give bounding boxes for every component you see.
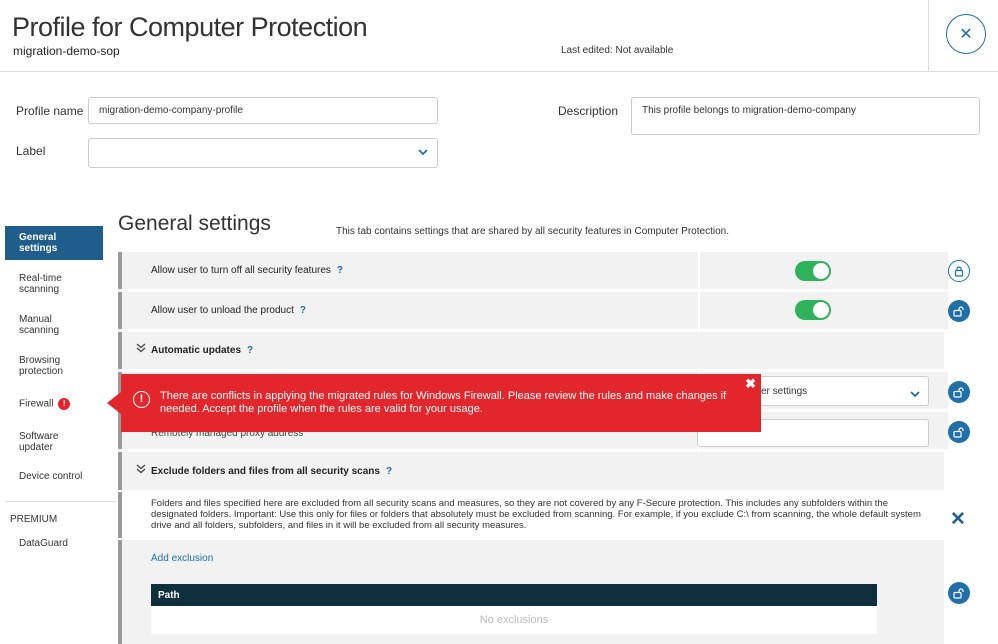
sidebar-item-manual-scanning[interactable]: Manual scanning [5,308,103,342]
exclude-description-text: Folders and files specified here are exc… [151,498,921,531]
sidebar-item-device-control[interactable]: Device control [5,465,103,488]
sidebar-divider [5,501,116,502]
profile-name-label: Profile name [16,104,84,118]
group-label-text: Exclude folders and files from all secur… [151,466,380,477]
group-automatic-updates[interactable]: Automatic updates? [118,332,944,369]
group-label: Exclude folders and files from all secur… [151,466,392,477]
group-label: Automatic updates? [151,345,253,356]
help-icon[interactable]: ? [386,466,392,477]
premium-heading: PREMIUM [10,514,58,525]
sidebar-item-real-time-scanning[interactable]: Real-time scanning [5,267,103,301]
help-icon[interactable]: ? [337,265,343,276]
profile-name-input[interactable]: migration-demo-company-profile [88,97,438,124]
setting-label-text: Allow user to unload the product [151,305,294,316]
close-button[interactable]: ✕ [946,14,986,54]
error-banner-text: There are conflicts in applying the migr… [160,390,727,415]
help-icon[interactable]: ? [247,345,253,356]
sidebar-item-firewall-label: Firewall [19,398,54,410]
setting-label: Allow user to unload the product? [151,305,306,316]
sidebar-item-browsing-protection[interactable]: Browsing protection [5,349,103,383]
description-label: Description [558,104,619,118]
section-description: This tab contains settings that are shar… [336,226,729,237]
proxy-select-value: er settings [761,386,808,397]
header-divider [928,0,929,72]
label-select[interactable] [88,138,438,168]
sidebar-item-firewall[interactable]: Firewall ! [5,392,103,416]
lock-icon[interactable] [948,582,970,604]
chevron-down-icon [418,145,428,159]
setting-label-text: Allow user to turn off all security feat… [151,265,331,276]
close-icon[interactable]: ✖ [745,377,756,390]
close-icon: ✕ [959,26,973,43]
double-chevron-down-icon [136,343,146,356]
chevron-down-icon [910,387,920,401]
lock-icon[interactable] [948,381,970,403]
alert-icon: ! [133,391,150,408]
setting-label: Allow user to turn off all security feat… [151,265,343,276]
error-banner: ! There are conflicts in applying the mi… [121,374,761,432]
section-title: General settings [118,212,271,235]
label-field-label: Label [16,144,46,158]
error-banner-arrow [107,392,121,414]
group-label-text: Automatic updates [151,345,242,356]
page-title: Profile for Computer Protection [12,12,368,42]
exclude-description: Folders and files specified here are exc… [118,492,944,538]
help-icon[interactable]: ? [300,305,306,316]
double-chevron-down-icon [136,464,146,477]
description-input[interactable]: This profile belongs to migration-demo-c… [631,97,980,135]
toggle-turn-off-security[interactable] [795,261,831,281]
exclusions-table-empty: No exclusions [151,606,877,634]
warning-badge-icon: ! [58,398,71,410]
page-header: Profile for Computer Protection migratio… [0,0,998,72]
add-exclusion-link[interactable]: Add exclusion [151,553,213,564]
sidebar-item-dataguard[interactable]: DataGuard [5,532,103,555]
close-icon[interactable]: ✕ [950,508,966,531]
exclusions-table-header: Path [151,584,877,606]
lock-icon[interactable] [948,421,970,443]
toggle-unload-product[interactable] [795,300,831,320]
sidebar-item-software-updater[interactable]: Software updater [5,425,103,459]
page-subtitle: migration-demo-sop [13,44,120,58]
sidebar-item-general-settings[interactable]: General settings [5,226,103,260]
lock-icon[interactable] [948,300,970,322]
group-exclude-folders[interactable]: Exclude folders and files from all secur… [118,452,944,490]
last-edited-text: Last edited: Not available [561,45,674,56]
lock-open-icon[interactable] [948,260,970,282]
